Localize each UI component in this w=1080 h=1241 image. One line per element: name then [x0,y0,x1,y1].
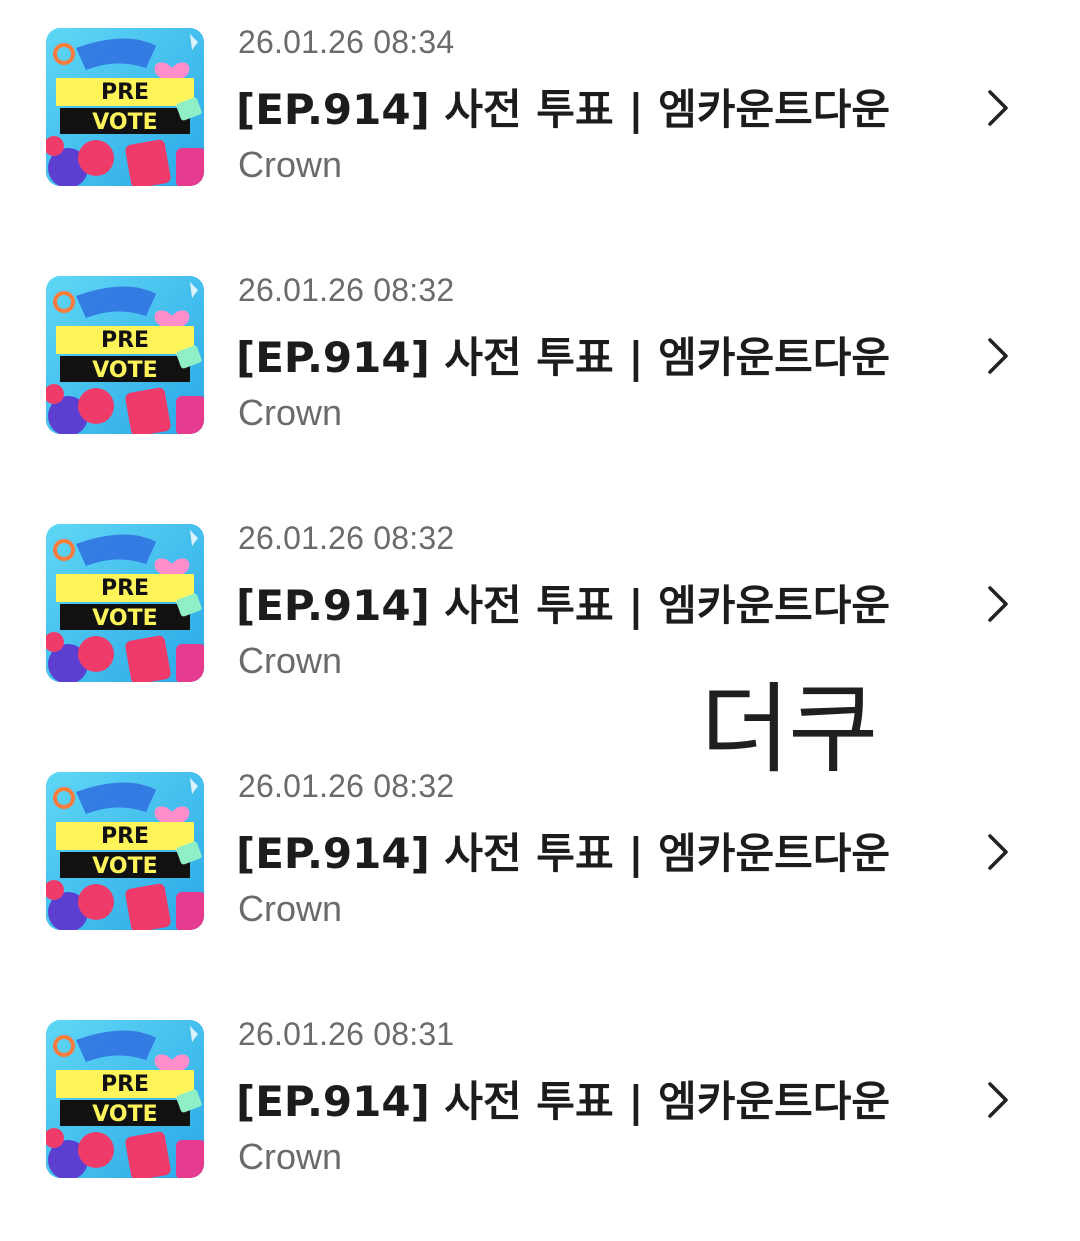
item-date: 26.01.26 08:32 [238,520,455,556]
item-channel: Crown [238,640,343,681]
item-title: [EP.914] 사전 투표 | 엠카운트다운 [236,85,891,134]
chevron-right-icon[interactable] [984,336,1012,376]
thumb-text-pre: PRE [101,328,149,353]
thumb-text-pre: PRE [101,80,149,105]
list-item[interactable]: PRE VOTE 26.01.26 08:32 [EP.914] 사전 투표 |… [0,744,1080,992]
pre-vote-thumbnail: PRE VOTE [46,772,204,930]
chevron-right-icon[interactable] [984,584,1012,624]
item-title: [EP.914] 사전 투표 | 엠카운트다운 [236,333,891,382]
item-channel: Crown [238,144,343,185]
list-item[interactable]: PRE VOTE 26.01.26 08:32 [EP.914] 사전 투표 |… [0,248,1080,496]
item-title: [EP.914] 사전 투표 | 엠카운트다운 [236,829,891,878]
thumb-text-vote: VOTE [92,854,157,879]
item-channel: Crown [238,392,343,433]
item-title: [EP.914] 사전 투표 | 엠카운트다운 [236,581,891,630]
thumb-text-pre: PRE [101,1072,149,1097]
thumb-text-vote: VOTE [92,358,157,383]
thumb-text-vote: VOTE [92,1102,157,1127]
chevron-right-icon[interactable] [984,1080,1012,1120]
item-channel: Crown [238,1136,343,1177]
item-date: 26.01.26 08:34 [238,24,455,60]
thumb-text-vote: VOTE [92,606,157,631]
item-date: 26.01.26 08:32 [238,768,455,804]
item-title: [EP.914] 사전 투표 | 엠카운트다운 [236,1077,891,1126]
pre-vote-thumbnail: PRE VOTE [46,524,204,682]
chevron-right-icon[interactable] [984,88,1012,128]
thumb-text-pre: PRE [101,576,149,601]
item-channel: Crown [238,888,343,929]
item-date: 26.01.26 08:32 [238,272,455,308]
chevron-right-icon[interactable] [984,832,1012,872]
thumb-text-pre: PRE [101,824,149,849]
watermark-text: 더쿠 [700,673,878,787]
list-item[interactable]: PRE VOTE 26.01.26 08:34 [EP.914] 사전 투표 |… [0,0,1080,248]
pre-vote-thumbnail: PRE VOTE [46,276,204,434]
list-item[interactable]: PRE VOTE 26.01.26 08:32 [EP.914] 사전 투표 |… [0,496,1080,744]
thumb-text-vote: VOTE [92,110,157,135]
pre-vote-thumbnail: PRE VOTE [46,1020,204,1178]
item-date: 26.01.26 08:31 [238,1016,455,1052]
pre-vote-thumbnail: PRE VOTE [46,28,204,186]
list-item[interactable]: PRE VOTE 26.01.26 08:31 [EP.914] 사전 투표 |… [0,992,1080,1240]
